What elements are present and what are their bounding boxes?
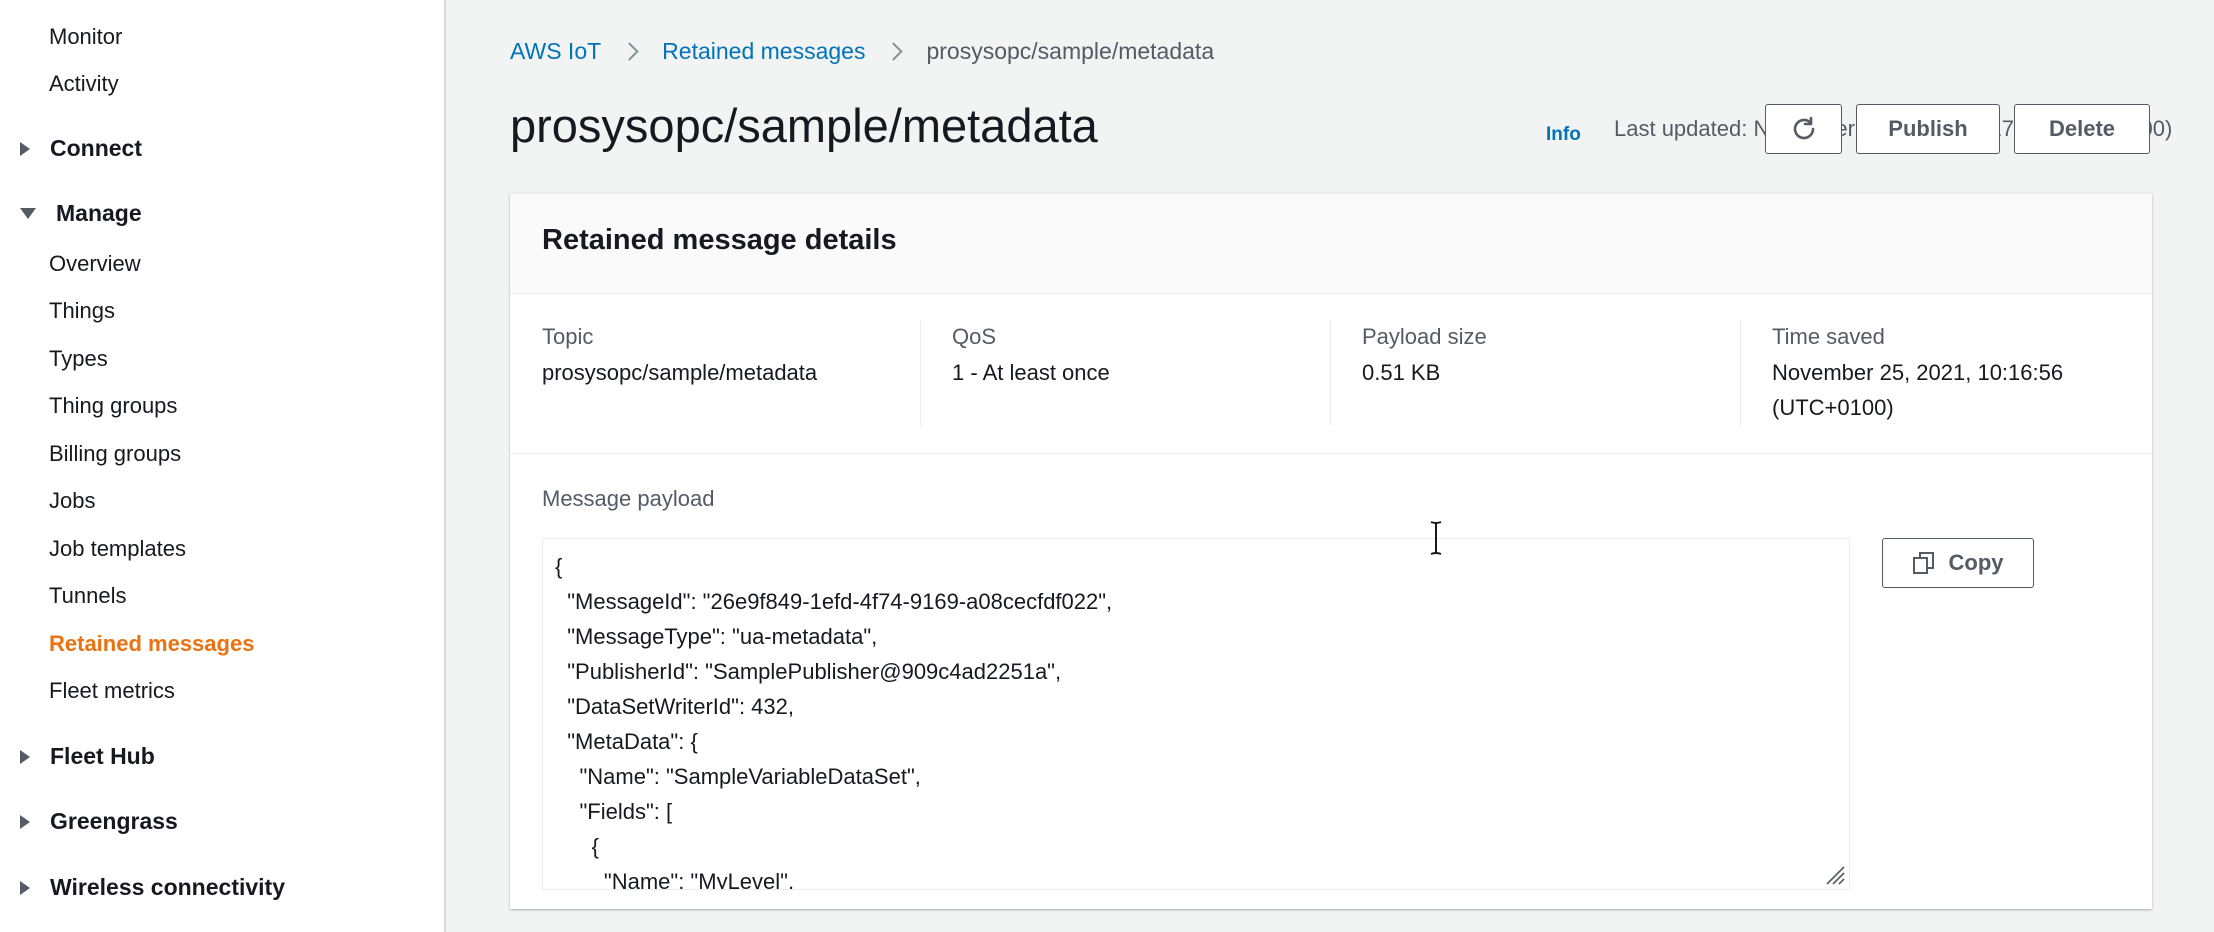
sidebar-section-label: Wireless connectivity xyxy=(50,874,285,900)
breadcrumb-retained-messages[interactable]: Retained messages xyxy=(662,38,865,65)
detail-payload-size: Payload size 0.51 KB xyxy=(1362,322,1742,390)
payload-size-label: Payload size xyxy=(1362,324,1487,349)
sidebar-section-wireless-connectivity[interactable]: Wireless connectivity xyxy=(20,874,285,901)
details-grid: Topic prosysopc/sample/metadata QoS 1 - … xyxy=(510,294,2152,454)
sidebar-item-thing-groups[interactable]: Thing groups xyxy=(49,393,177,419)
retained-message-details-panel: Retained message details Topic prosysopc… xyxy=(510,193,2152,909)
payload-line: { xyxy=(555,834,600,859)
sidebar-item-job-templates[interactable]: Job templates xyxy=(49,536,186,562)
panel-header: Retained message details xyxy=(510,194,2152,294)
sidebar-item-overview[interactable]: Overview xyxy=(49,251,141,277)
sidebar-section-connect[interactable]: Connect xyxy=(20,135,142,162)
sidebar-item-activity[interactable]: Activity xyxy=(49,71,119,97)
chevron-right-icon xyxy=(620,42,639,61)
topic-value: prosysopc/sample/metadata xyxy=(542,360,818,385)
caret-down-icon xyxy=(20,208,36,219)
caret-right-icon xyxy=(20,749,30,764)
delete-button[interactable]: Delete xyxy=(2014,104,2150,154)
time-saved-date: November 25, 2021, 10:16:56 xyxy=(1772,360,2064,385)
sidebar-item-fleet-metrics[interactable]: Fleet metrics xyxy=(49,678,175,704)
qos-value: 1 - At least once xyxy=(952,360,1110,385)
resize-handle-icon[interactable] xyxy=(1823,863,1845,885)
detail-time-saved: Time saved November 25, 2021, 10:16:56 (… xyxy=(1772,322,2152,425)
sidebar-section-fleet-hub[interactable]: Fleet Hub xyxy=(20,743,155,770)
payload-line: { xyxy=(555,554,563,579)
sidebar-item-monitor[interactable]: Monitor xyxy=(49,24,122,50)
copy-button[interactable]: Copy xyxy=(1882,538,2034,588)
time-saved-label: Time saved xyxy=(1772,324,1885,349)
publish-button[interactable]: Publish xyxy=(1856,104,2000,154)
sidebar-item-billing-groups[interactable]: Billing groups xyxy=(49,441,181,467)
sidebar-section-label: Fleet Hub xyxy=(50,743,155,769)
caret-right-icon xyxy=(20,814,30,829)
sidebar-item-retained-messages[interactable]: Retained messages xyxy=(49,631,254,657)
payload-line: "Fields": [ xyxy=(555,799,673,824)
detail-topic: Topic prosysopc/sample/metadata xyxy=(542,322,922,390)
sidebar-item-things[interactable]: Things xyxy=(49,298,115,324)
page-title: prosysopc/sample/metadata xyxy=(510,99,1098,152)
detail-qos: QoS 1 - At least once xyxy=(952,322,1332,390)
breadcrumb-current: prosysopc/sample/metadata xyxy=(926,38,1215,64)
payload-line: "DataSetWriterId": 432, xyxy=(555,694,794,719)
breadcrumb-aws-iot[interactable]: AWS IoT xyxy=(510,38,601,65)
text-cursor-icon xyxy=(1430,521,1442,555)
sidebar-item-tunnels[interactable]: Tunnels xyxy=(49,583,126,609)
topic-label: Topic xyxy=(542,324,594,349)
caret-right-icon xyxy=(20,880,30,895)
column-divider xyxy=(1740,320,1741,426)
sidebar-section-manage[interactable]: Manage xyxy=(20,200,142,227)
sidebar-item-types[interactable]: Types xyxy=(49,346,108,372)
time-saved-value: November 25, 2021, 10:16:56 (UTC+0100) xyxy=(1772,355,2152,425)
info-link[interactable]: Info xyxy=(1546,124,1581,146)
payload-line: "MessageId": "26e9f849-1efd-4f74-9169-a0… xyxy=(555,589,1113,614)
payload-line: "Name": "MyLevel", xyxy=(555,869,795,890)
column-divider xyxy=(1330,320,1331,426)
payload-line: "Name": "SampleVariableDataSet", xyxy=(555,764,921,789)
time-saved-timezone: (UTC+0100) xyxy=(1772,395,1894,420)
copy-label: Copy xyxy=(1948,550,2004,575)
column-divider xyxy=(920,320,921,426)
payload-size-value: 0.51 KB xyxy=(1362,360,1441,385)
breadcrumb: AWS IoT Retained messages prosysopc/samp… xyxy=(510,38,1214,65)
sidebar-item-jobs[interactable]: Jobs xyxy=(49,488,95,514)
sidebar-section-greengrass[interactable]: Greengrass xyxy=(20,808,178,835)
copy-icon xyxy=(1912,552,1935,574)
caret-right-icon xyxy=(20,141,30,156)
payload-line: "MessageType": "ua-metadata", xyxy=(555,624,878,649)
qos-label: QoS xyxy=(952,324,997,349)
payload-content: { "MessageId": "26e9f849-1efd-4f74-9169-… xyxy=(555,549,1113,890)
sidebar-section-label: Greengrass xyxy=(50,808,178,834)
payload-label: Message payload xyxy=(542,486,715,511)
message-payload-textarea[interactable]: { "MessageId": "26e9f849-1efd-4f74-9169-… xyxy=(542,538,1850,890)
sidebar: Monitor Activity Connect Manage Overview… xyxy=(0,0,446,932)
payload-line: "PublisherId": "SamplePublisher@909c4ad2… xyxy=(555,659,1062,684)
sidebar-section-label: Connect xyxy=(50,135,142,161)
refresh-button[interactable] xyxy=(1765,104,1842,154)
panel-title: Retained message details xyxy=(542,224,897,256)
payload-line: "MetaData": { xyxy=(555,729,698,754)
chevron-right-icon xyxy=(884,42,904,61)
sidebar-section-label: Manage xyxy=(56,200,142,226)
refresh-icon xyxy=(1793,116,1814,140)
app-root: Monitor Activity Connect Manage Overview… xyxy=(0,0,2214,932)
main-content: AWS IoT Retained messages prosysopc/samp… xyxy=(448,0,2214,932)
